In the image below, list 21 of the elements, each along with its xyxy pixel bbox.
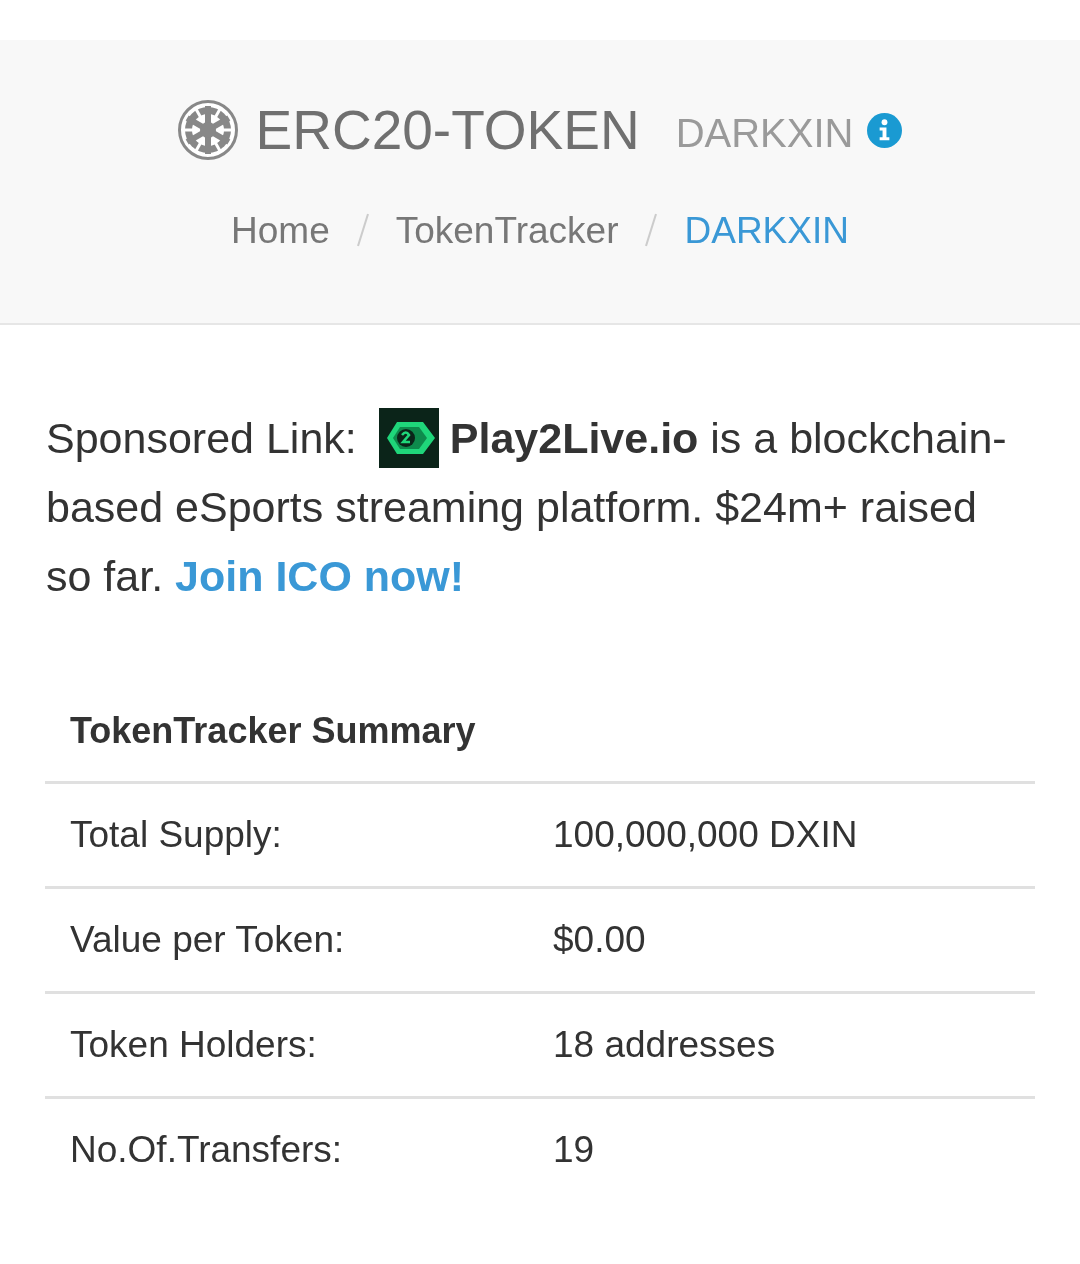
join-ico-link[interactable]: Join ICO now!	[175, 552, 465, 600]
sponsored-link-text: Sponsored Link: Play2Live.io is a blockchain-based eSports streaming platform. $24m+ raised so far. Join ICO now!	[0, 404, 1080, 611]
summary-value: $0.00	[553, 918, 646, 963]
breadcrumb-divider-icon	[356, 213, 369, 247]
summary-value: 18 addresses	[553, 1023, 776, 1068]
info-icon[interactable]	[867, 112, 903, 148]
emblem-icon	[177, 100, 238, 160]
breadcrumb-link[interactable]: Home	[231, 211, 330, 249]
summary-label: Token Holders:	[70, 1024, 317, 1066]
token-name: DARKXIN	[675, 113, 854, 153]
breadcrumb-link[interactable]: DARKXIN	[684, 211, 849, 249]
summary-label: Value per Token:	[70, 919, 345, 961]
breadcrumb-link[interactable]: TokenTracker	[395, 211, 619, 249]
summary-value: 100,000,000 DXIN	[553, 813, 858, 858]
hexagon-logo-icon	[378, 407, 439, 468]
summary-label: No.Of.Transfers:	[70, 1129, 343, 1171]
summary-value: 19	[553, 1128, 595, 1173]
page-title: ERC20-TOKEN	[255, 102, 640, 158]
summary-label: Total Supply:	[70, 814, 282, 856]
summary-heading: TokenTracker Summary	[70, 709, 476, 753]
breadcrumb-divider-icon	[645, 213, 658, 247]
